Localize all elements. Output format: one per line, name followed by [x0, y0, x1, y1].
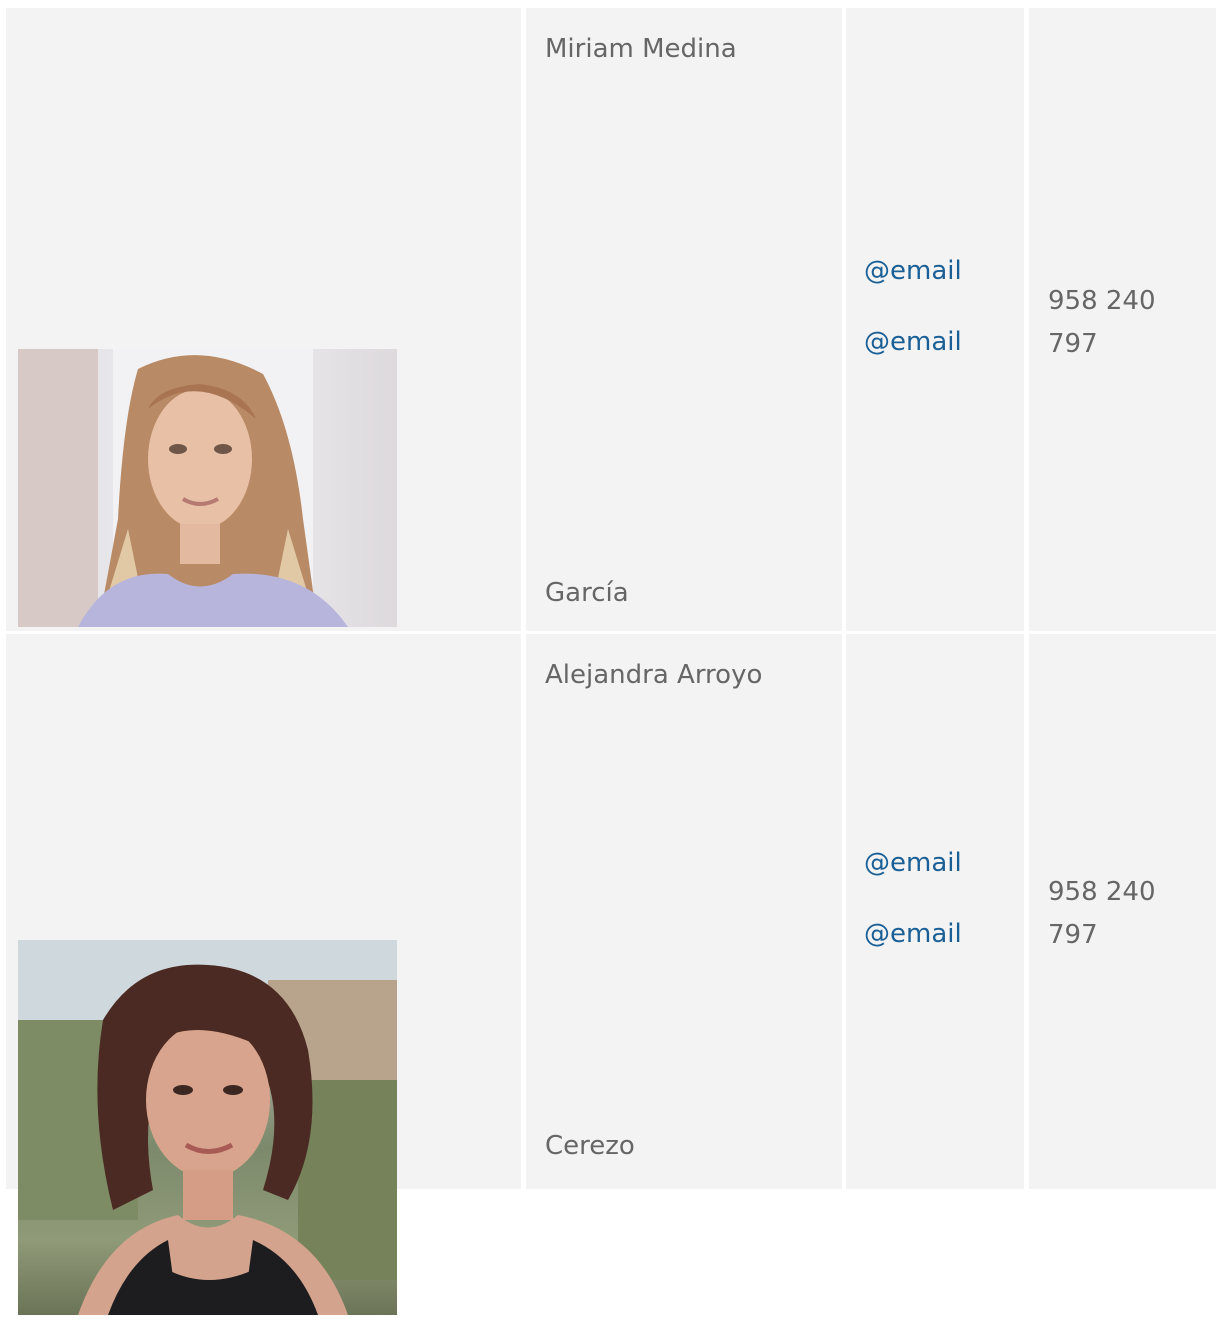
first-name: Alejandra Arroyo: [545, 660, 763, 690]
phone-cell: 958 240 797: [1029, 8, 1216, 631]
name-cell: Alejandra Arroyo Cerezo: [526, 634, 842, 1189]
email-link[interactable]: @email: [864, 327, 962, 357]
last-name: García: [545, 578, 629, 608]
name-cell: Miriam Medina García: [526, 8, 842, 631]
phone-cell: 958 240 797: [1029, 634, 1216, 1189]
first-name: Miriam Medina: [545, 34, 737, 64]
email-cell: @email @email: [846, 634, 1024, 1189]
portrait-photo: [18, 940, 397, 1315]
last-name: Cerezo: [545, 1131, 635, 1161]
portrait-photo: [18, 349, 397, 627]
email-link[interactable]: @email: [864, 256, 962, 286]
phone-number: 958 240 797: [1048, 286, 1156, 359]
email-link[interactable]: @email: [864, 919, 962, 949]
email-link[interactable]: @email: [864, 848, 962, 878]
email-cell: @email @email: [846, 8, 1024, 631]
phone-number: 958 240 797: [1048, 877, 1156, 950]
